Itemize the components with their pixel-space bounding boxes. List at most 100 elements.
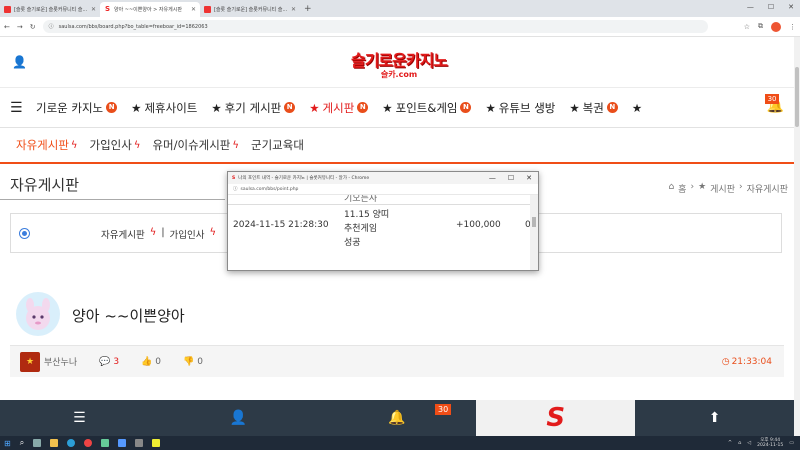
post-title: 양아 ~~이쁜양아 — [72, 307, 185, 325]
close-tab-icon[interactable]: ✕ — [291, 6, 296, 13]
bell-icon: 🔔 — [388, 410, 406, 426]
windows-start-icon[interactable]: ⊞ — [4, 439, 11, 448]
point-row-description: 11.15 양띠 추천게임 성공 — [344, 208, 389, 250]
bottom-home-logo[interactable]: S — [476, 400, 636, 436]
app-icon[interactable] — [152, 439, 161, 447]
site-info-icon: ⓘ — [233, 187, 238, 192]
forward-icon[interactable]: → — [17, 23, 23, 31]
maximize-icon[interactable]: ☐ — [768, 3, 774, 11]
close-window-icon[interactable]: ✕ — [526, 174, 532, 182]
lightning-icon: ϟ — [133, 139, 141, 151]
hamburger-menu-icon[interactable]: ☰ — [10, 100, 36, 116]
network-icon[interactable]: ⌂ — [738, 440, 741, 446]
filter-free-board[interactable]: 자유게시판 — [101, 227, 145, 241]
url-text: saulsa.com/bbs/board.php?bo_table=freebo… — [58, 23, 208, 30]
maximize-icon[interactable]: ☐ — [508, 174, 514, 182]
star-icon: ★ — [485, 100, 496, 115]
user-icon[interactable]: 👤 — [12, 55, 27, 69]
site-info-icon[interactable]: ⓘ — [49, 23, 54, 30]
breadcrumb-board[interactable]: 게시판 — [710, 182, 735, 195]
new-tab-button[interactable]: + — [304, 2, 312, 17]
reload-icon[interactable]: ↻ — [30, 23, 36, 31]
notification-bell[interactable]: 🔔 30 — [764, 94, 784, 114]
dislike-count[interactable]: 👎 0 — [183, 357, 203, 367]
nav-label: 게시판 — [322, 100, 355, 115]
new-badge: N — [460, 102, 472, 113]
close-tab-icon[interactable]: ✕ — [91, 6, 96, 13]
page-scrollbar[interactable] — [794, 37, 800, 436]
nav-item-lottery[interactable]: ★ 복권 N — [569, 100, 618, 116]
sub-nav-label: 군기교육대 — [251, 138, 304, 152]
site-logo[interactable]: 슬기로운카지노 슬카.com — [336, 47, 462, 80]
scrollbar-thumb[interactable] — [795, 67, 799, 127]
popup-address-bar[interactable]: ⓘ saulsa.com/bbs/point.php — [228, 184, 538, 195]
nav-item-casino[interactable]: 기로운 카지노 N — [36, 100, 118, 116]
point-row-date: 2024-11-15 21:28:30 — [233, 220, 329, 230]
breadcrumb-home[interactable]: 홈 — [678, 182, 686, 195]
filter-radio[interactable] — [19, 228, 30, 239]
back-icon[interactable]: ← — [4, 23, 10, 31]
nav-item-points-games[interactable]: ★ 포인트&게임 N — [382, 100, 472, 116]
sub-nav-discipline[interactable]: 군기교육대 — [251, 137, 304, 153]
desc-line: 11.15 양띠 — [344, 210, 390, 220]
close-window-icon[interactable]: ✕ — [788, 3, 794, 11]
sub-nav-label: 가입인사 — [89, 138, 132, 152]
chevron-right-icon: › — [738, 182, 743, 192]
breadcrumb-current[interactable]: 자유게시판 — [747, 182, 788, 195]
browser-toolbar: ← → ↻ ⓘ saulsa.com/bbs/board.php?bo_tabl… — [0, 17, 800, 37]
task-view-icon[interactable] — [33, 439, 42, 447]
browser-tab-1[interactable]: [슬롯 슬기로운] 슬롯커뮤니티 슬... ✕ — [0, 2, 100, 17]
bottom-notification-button[interactable]: 🔔 — [318, 400, 477, 436]
chrome-icon[interactable] — [84, 439, 93, 447]
sub-nav-humor[interactable]: 유머/이슈게시판 ϟ — [152, 137, 239, 153]
notification-center-icon[interactable]: ▭ — [789, 440, 794, 446]
bottom-menu-button[interactable]: ☰ — [0, 400, 159, 436]
extensions-icon[interactable]: ⧉ — [758, 22, 763, 31]
page-title: 자유게시판 — [10, 176, 80, 194]
sub-nav-free-board[interactable]: 자유게시판 ϟ — [16, 137, 78, 153]
comment-count-value: 3 — [113, 356, 120, 367]
close-tab-icon[interactable]: ✕ — [191, 6, 196, 13]
browser-tab-3[interactable]: [슬롯 슬기로운] 슬롯커뮤니티 슬... ✕ — [200, 2, 300, 17]
folder-icon[interactable] — [50, 439, 59, 447]
browser-tab-2[interactable]: S 양아 ~~이쁜양아 > 자유게시판 ✕ — [100, 2, 200, 17]
menu-dots-icon[interactable]: ⋮ — [789, 23, 796, 31]
logo-main-text: 슬기로운카지노 — [350, 51, 448, 70]
address-bar[interactable]: ⓘ saulsa.com/bbs/board.php?bo_table=free… — [42, 20, 708, 33]
chevron-up-icon[interactable]: ^ — [728, 440, 732, 446]
comment-count: 💬 3 — [99, 357, 119, 367]
sub-nav-greetings[interactable]: 가입인사 ϟ — [90, 137, 141, 153]
popup-scrollbar-thumb[interactable] — [532, 217, 536, 227]
tab-title: [슬롯 슬기로운] 슬롯커뮤니티 슬... — [214, 7, 288, 13]
star-icon: ★ — [631, 100, 643, 115]
profile-avatar[interactable] — [771, 21, 781, 32]
bottom-user-button[interactable]: 👤 — [159, 400, 318, 436]
nav-item-youtube-live[interactable]: ★ 유튜브 생방 — [485, 100, 555, 116]
edge-icon[interactable] — [67, 439, 76, 447]
system-clock[interactable]: 오후 9:44 2024-11-15 — [757, 438, 783, 448]
star-icon: ★ — [211, 100, 222, 115]
app-icon[interactable] — [135, 439, 144, 447]
app-icon[interactable] — [101, 439, 110, 447]
nav-item-partners[interactable]: ★ 제휴사이트 — [131, 100, 197, 116]
filter-greetings[interactable]: 가입인사 — [170, 227, 205, 241]
popup-titlebar[interactable]: S 나의 포인트 내역 - 슬기로운 카지노 | 슬롯커뮤니티 - 알가 - C… — [228, 172, 538, 184]
nav-item-board[interactable]: ★ 게시판 N — [309, 100, 369, 116]
bookmark-star-icon[interactable]: ☆ — [744, 23, 750, 31]
clock-date: 2024-11-15 — [757, 443, 784, 448]
search-icon[interactable]: ⌕ — [20, 438, 24, 448]
scroll-top-button[interactable]: ⬆ — [635, 400, 794, 436]
title-divider — [0, 199, 225, 200]
minimize-icon[interactable]: — — [747, 3, 754, 11]
app-icon[interactable] — [118, 439, 127, 447]
bottom-notification-count: 30 — [435, 404, 452, 415]
nav-item-more[interactable]: ★ — [632, 101, 642, 115]
minimize-icon[interactable]: — — [489, 174, 496, 182]
new-badge: N — [284, 102, 296, 113]
popup-scrollbar[interactable] — [530, 195, 538, 270]
like-count[interactable]: 👍 0 — [141, 357, 161, 367]
post-author[interactable]: 부산누나 — [44, 355, 77, 368]
nav-label: 포인트&게임 — [395, 100, 458, 115]
nav-item-reviews[interactable]: ★ 후기 게시판 N — [211, 100, 296, 116]
volume-icon[interactable]: ◁ — [747, 440, 751, 446]
